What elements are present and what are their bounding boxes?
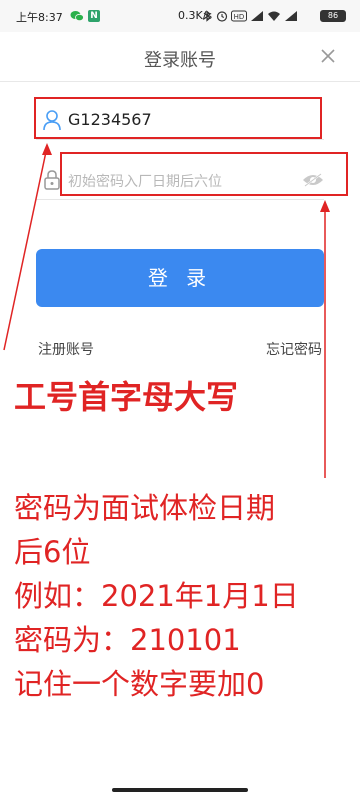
status-icons: HD bbox=[201, 8, 298, 24]
bluetooth-icon bbox=[203, 10, 211, 22]
lock-icon bbox=[44, 170, 60, 190]
annotation-line: 密码为面试体检日期 bbox=[14, 491, 276, 525]
register-link[interactable]: 注册账号 bbox=[38, 339, 94, 359]
login-button[interactable]: 登 录 bbox=[36, 249, 324, 307]
svg-text:HD: HD bbox=[234, 13, 245, 21]
annotation-line: 后6位 bbox=[14, 535, 91, 569]
annotation-line: 密码为：210101 bbox=[14, 623, 241, 657]
signal-5g-icon bbox=[285, 11, 297, 21]
status-bar: 上午8:37 N 0.3K/s HD 86 bbox=[0, 0, 360, 32]
page-title: 登录账号 bbox=[144, 50, 216, 71]
wifi-icon bbox=[268, 11, 280, 21]
status-time: 上午8:37 bbox=[16, 11, 63, 24]
annotation-account-rule: 工号首字母大写 bbox=[14, 378, 239, 416]
close-icon[interactable] bbox=[318, 46, 338, 66]
header: 登录账号 bbox=[0, 32, 360, 82]
annotation-frame-password bbox=[60, 152, 348, 196]
forgot-password-link[interactable]: 忘记密码 bbox=[266, 339, 322, 359]
battery-icon: 86 bbox=[320, 10, 346, 22]
annotation-frame-account bbox=[34, 97, 322, 139]
annotation-password-rule: 密码为面试体检日期 后6位 例如：2021年1月1日 密码为：210101 记住… bbox=[14, 486, 299, 706]
annotation-line: 记住一个数字要加0 bbox=[14, 667, 265, 701]
home-indicator[interactable] bbox=[112, 788, 248, 792]
wechat-icon bbox=[70, 11, 84, 22]
annotation-line: 例如：2021年1月1日 bbox=[14, 579, 299, 613]
notification-n-icon: N bbox=[88, 10, 100, 22]
alarm-icon bbox=[216, 11, 228, 22]
hd-icon: HD bbox=[231, 10, 247, 22]
signal-icon bbox=[251, 11, 263, 21]
